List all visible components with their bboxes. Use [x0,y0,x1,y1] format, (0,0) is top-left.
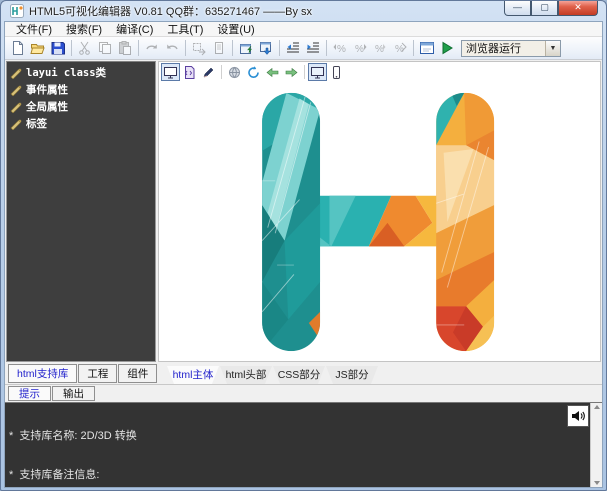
app-window: HTML5可视化编辑器 V0.81 QQ群：635271467 ——By sx … [0,0,607,491]
tab-project[interactable]: 工程 [78,364,117,383]
tab-hints[interactable]: 提示 [8,386,51,401]
workspace: layui class类 事件属性 全局属性 标签 [5,60,602,363]
menu-settings[interactable]: 设置(U) [210,20,261,38]
tree-item-label: layui class类 [26,65,106,80]
load-template-icon[interactable] [236,39,256,58]
zoom-reset-icon: % [370,39,390,58]
forward-arrow-icon[interactable] [282,63,301,81]
brush-folder-icon [10,84,22,96]
save-template-icon[interactable] [256,39,276,58]
svg-text:%: % [395,44,404,55]
console-line: * 支持库备注信息: [9,469,598,482]
console-line: * 支持库名称: 2D/3D 转换 [9,430,598,443]
tree-item-event-attrs[interactable]: 事件属性 [7,81,155,98]
svg-text:%: % [355,44,364,55]
main-toolbar: % % % % 浏览器运行 ▼ [5,37,602,60]
undo-icon [162,39,182,58]
run-icon[interactable] [437,39,457,58]
zoom-out-icon: % [330,39,350,58]
output-tab-row: 提示 输出 [5,385,602,402]
zoom-fit-icon: % [390,39,410,58]
open-file-icon[interactable] [28,39,48,58]
maximize-icon[interactable]: ▢ [531,1,558,16]
tab-components[interactable]: 组件 [118,364,157,383]
publish-globe-icon[interactable] [225,63,244,81]
tree-item-label: 事件属性 [26,82,68,97]
cut-icon [75,39,95,58]
title-bar[interactable]: HTML5可视化编辑器 V0.81 QQ群：635271467 ——By sx … [4,1,603,21]
toolbar-separator [185,40,186,56]
tab-html-support-lib[interactable]: html支持库 [8,364,77,383]
tree-item-label: 全局属性 [26,99,68,114]
tree-item-global-attrs[interactable]: 全局属性 [7,98,155,115]
scroll-down-icon[interactable] [594,481,600,485]
support-library-tree: layui class类 事件属性 全局属性 标签 [6,61,156,362]
tab-html-head[interactable]: html头部 [220,366,272,384]
brush-folder-icon [10,118,22,130]
mobile-view-icon[interactable] [327,63,346,81]
console-scrollbar[interactable] [590,403,602,487]
indent-increase-icon[interactable] [303,39,323,58]
toolbar-separator [304,65,305,79]
message-console[interactable]: * 支持库名称: 2D/3D 转换 * 支持库备注信息: 官方支持库 [5,402,602,487]
toolbar-separator [326,40,327,56]
code-view-icon[interactable] [180,63,199,81]
snippet-icon [209,39,229,58]
preview-toolbar [159,62,600,82]
app-icon [10,4,24,18]
minimize-icon[interactable]: — [504,1,531,16]
menu-bar: 文件(F) 搜索(F) 编译(C) 工具(T) 设置(U) [5,22,602,37]
save-file-icon[interactable] [48,39,68,58]
canvas[interactable] [159,82,600,361]
desktop-view-icon[interactable] [308,63,327,81]
left-panel-tabs: html支持库 工程 组件 [5,363,157,384]
goto-icon [189,39,209,58]
brush-folder-icon [10,101,22,113]
bottom-tab-row: html支持库 工程 组件 html主体 html头部 CSS部分 JS部分 [5,363,602,385]
run-target-select[interactable]: 浏览器运行 ▼ [461,40,561,57]
tree-item-tags[interactable]: 标签 [7,115,155,132]
toolbar-separator [413,40,414,56]
toolbar-separator [138,40,139,56]
menu-tools[interactable]: 工具(T) [160,20,210,38]
tab-html-body[interactable]: html主体 [167,366,219,384]
preview-area [158,61,601,362]
zoom-in-icon: % [350,39,370,58]
menu-file[interactable]: 文件(F) [9,20,59,38]
copy-icon [95,39,115,58]
browser-window-icon[interactable] [417,39,437,58]
tab-css-section[interactable]: CSS部分 [273,366,325,384]
indent-decrease-icon[interactable] [283,39,303,58]
toolbar-separator [71,40,72,56]
refresh-icon[interactable] [244,63,263,81]
window-body: 文件(F) 搜索(F) 编译(C) 工具(T) 设置(U) [4,21,603,488]
brush-folder-icon [10,67,22,79]
tab-js-section[interactable]: JS部分 [326,366,378,384]
h-logo-image [249,91,511,353]
preview-monitor-icon[interactable] [161,63,180,81]
toolbar-separator [232,40,233,56]
menu-search[interactable]: 搜索(F) [59,20,109,38]
toolbar-separator [279,40,280,56]
svg-text:%: % [337,44,346,55]
run-target-value: 浏览器运行 [462,40,545,56]
paste-icon [115,39,135,58]
redo-icon [142,39,162,58]
speaker-icon[interactable] [567,405,589,427]
menu-compile[interactable]: 编译(C) [109,20,160,38]
tree-item-layui-class[interactable]: layui class类 [7,64,155,81]
window-controls: — ▢ ✕ [504,1,598,16]
new-file-icon[interactable] [8,39,28,58]
scroll-up-icon[interactable] [594,405,600,409]
back-arrow-icon[interactable] [263,63,282,81]
toolbar-separator [221,65,222,79]
svg-text:%: % [375,44,384,55]
tree-item-label: 标签 [26,116,47,131]
close-icon[interactable]: ✕ [558,1,598,16]
window-title: HTML5可视化编辑器 V0.81 QQ群：635271467 ——By sx [29,3,312,19]
edit-pen-icon[interactable] [199,63,218,81]
tab-output[interactable]: 输出 [52,386,95,401]
editor-tabs: html主体 html头部 CSS部分 JS部分 [167,363,379,384]
chevron-down-icon[interactable]: ▼ [545,41,560,56]
